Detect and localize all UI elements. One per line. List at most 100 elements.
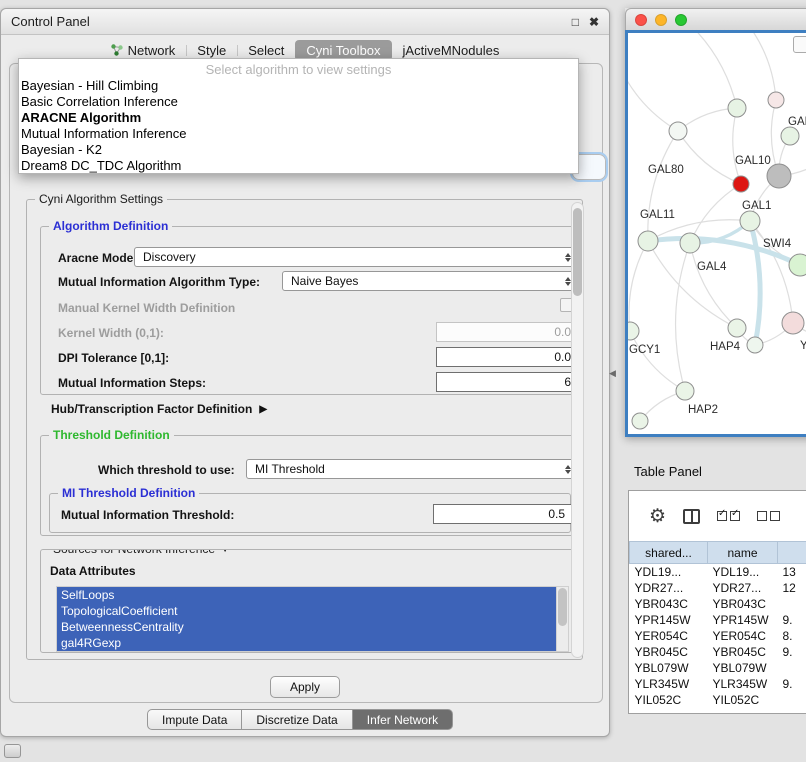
table-header-cell[interactable]: name: [708, 542, 778, 564]
table-cell: YLR345W: [708, 676, 778, 692]
node-label-gal10: GAL10: [735, 155, 771, 167]
network-edge[interactable]: [750, 221, 793, 323]
network-node[interactable]: [680, 233, 700, 253]
settings-scrollbar-thumb[interactable]: [573, 208, 582, 296]
minimized-panel-icon[interactable]: [4, 744, 21, 758]
table-row[interactable]: YBR045CYBR045C9.: [630, 644, 806, 660]
split-pane-collapse-icon[interactable]: ◀: [609, 368, 616, 379]
network-edge[interactable]: [683, 33, 737, 108]
network-edge[interactable]: [628, 63, 678, 131]
close-window-icon[interactable]: ✖: [589, 15, 599, 29]
minimize-traffic-icon[interactable]: [655, 14, 667, 26]
settings-scrollbar[interactable]: [571, 202, 584, 658]
mi-algorithm-type-combo[interactable]: Naive Bayes: [282, 271, 578, 291]
control-panel-window: Control Panel □ ✖ NetworkStyleSelectCyni…: [0, 8, 610, 737]
table-row[interactable]: YPR145WYPR145W9.: [630, 612, 806, 628]
network-node[interactable]: [767, 164, 791, 188]
network-node[interactable]: [789, 254, 806, 276]
table-cell: YDL19...: [630, 564, 708, 580]
network-node[interactable]: [782, 312, 804, 334]
table-cell: YDR27...: [708, 580, 778, 596]
network-node[interactable]: [733, 176, 749, 192]
network-edge[interactable]: [750, 221, 760, 345]
apply-button[interactable]: Apply: [270, 676, 340, 698]
sources-legend-text: Sources for Network Inference: [53, 549, 215, 556]
deselect-all-columns-icon[interactable]: [757, 511, 780, 521]
network-node[interactable]: [740, 211, 760, 231]
table-cell: YBL079W: [630, 660, 708, 676]
attribute-item-topologicalcoefficient[interactable]: TopologicalCoefficient: [57, 603, 556, 619]
network-canvas[interactable]: GAL80GAL10GAL11GAL1SWI4GAL4GCY1HAP4HAP2G…: [625, 30, 806, 437]
close-traffic-icon[interactable]: [635, 14, 647, 26]
algorithm-option-basic-correlation-inference[interactable]: Basic Correlation Inference: [19, 94, 578, 110]
algorithm-option-bayesian-hill-climbing[interactable]: Bayesian - Hill Climbing: [19, 78, 578, 94]
network-edge[interactable]: [648, 131, 678, 241]
attributes-scrollbar[interactable]: [556, 587, 568, 651]
mi-threshold-label: Mutual Information Threshold:: [61, 508, 234, 522]
network-node[interactable]: [676, 382, 694, 400]
bottom-tab-discretize-data[interactable]: Discretize Data: [242, 709, 352, 730]
network-graph: GAL80GAL10GAL11GAL1SWI4GAL4GCY1HAP4HAP2G…: [628, 33, 806, 437]
network-edge[interactable]: [678, 131, 741, 184]
table-row[interactable]: YBL079WYBL079W: [630, 660, 806, 676]
network-node[interactable]: [669, 122, 687, 140]
attribute-item-betweennesscentrality[interactable]: BetweennessCentrality: [57, 619, 556, 635]
table-cell: [778, 596, 806, 612]
algorithm-option-bayesian-k2[interactable]: Bayesian - K2: [19, 142, 578, 158]
sources-legend[interactable]: Sources for Network Inference ▼: [49, 549, 234, 556]
network-node[interactable]: [628, 322, 639, 340]
node-label-gal4: GAL4: [697, 261, 727, 273]
hub-definition-toggle[interactable]: Hub/Transcription Factor Definition ▶: [51, 402, 267, 416]
network-edge[interactable]: [630, 331, 685, 391]
network-edge[interactable]: [743, 33, 776, 100]
attribute-item-gal4rgexp[interactable]: gal4RGexp: [57, 635, 556, 651]
aracne-mode-combo[interactable]: Discovery: [134, 247, 578, 267]
which-threshold-combo[interactable]: MI Threshold: [246, 459, 578, 479]
float-window-icon[interactable]: □: [572, 15, 579, 29]
columns-icon[interactable]: [683, 509, 700, 524]
network-node[interactable]: [768, 92, 784, 108]
attributes-scrollbar-thumb[interactable]: [558, 588, 567, 626]
dpi-tolerance-label: DPI Tolerance [0,1]:: [58, 351, 169, 365]
table-row[interactable]: YDR27...YDR27...12: [630, 580, 806, 596]
algorithm-definition-legend-text: Algorithm Definition: [53, 219, 168, 233]
mi-steps-field[interactable]: [436, 372, 578, 392]
algorithm-option-dream8-dc-tdc-algorithm[interactable]: Dream8 DC_TDC Algorithm: [19, 158, 578, 174]
network-edge[interactable]: [676, 243, 690, 391]
table-header-cell[interactable]: shared...: [630, 542, 708, 564]
bottom-tab-infer-network[interactable]: Infer Network: [353, 709, 453, 730]
network-edge[interactable]: [629, 241, 648, 331]
zoom-traffic-icon[interactable]: [675, 14, 687, 26]
network-window-titlebar: [625, 8, 806, 30]
table-row[interactable]: YER054CYER054C8.: [630, 628, 806, 644]
mi-threshold-field[interactable]: [433, 504, 572, 524]
node-label-hap4: HAP4: [710, 341, 741, 353]
network-node[interactable]: [781, 127, 799, 145]
algorithm-option-aracne-algorithm[interactable]: ARACNE Algorithm: [19, 110, 578, 126]
table-row[interactable]: YBR043CYBR043C: [630, 596, 806, 612]
bottom-tab-impute-data[interactable]: Impute Data: [147, 709, 242, 730]
attribute-item-selfloops[interactable]: SelfLoops: [57, 587, 556, 603]
network-node[interactable]: [728, 319, 746, 337]
network-node[interactable]: [632, 413, 648, 429]
algorithm-option-mutual-information-inference[interactable]: Mutual Information Inference: [19, 126, 578, 142]
network-node[interactable]: [728, 99, 746, 117]
select-all-columns-icon[interactable]: [717, 511, 740, 521]
table-cell: [778, 692, 806, 708]
network-node[interactable]: [747, 337, 763, 353]
algorithm-dropdown-popup: Select algorithm to view settings Bayesi…: [18, 58, 579, 174]
dpi-tolerance-field[interactable]: [436, 347, 578, 367]
table-row[interactable]: YLR345WYLR345W9.: [630, 676, 806, 692]
network-node[interactable]: [638, 231, 658, 251]
gear-icon[interactable]: ⚙: [649, 507, 666, 526]
kernel-width-field: [436, 322, 578, 342]
mi-algorithm-type-label: Mutual Information Algorithm Type:: [58, 275, 260, 289]
table-row[interactable]: YIL052CYIL052C: [630, 692, 806, 708]
network-edge[interactable]: [690, 243, 737, 328]
table-header-cell[interactable]: [778, 542, 806, 564]
expand-right-icon: ▶: [259, 404, 267, 415]
network-tool-overlay[interactable]: [793, 36, 806, 53]
table-cell: YBR043C: [630, 596, 708, 612]
network-edge[interactable]: [733, 108, 741, 184]
table-row[interactable]: YDL19...YDL19...13: [630, 564, 806, 580]
